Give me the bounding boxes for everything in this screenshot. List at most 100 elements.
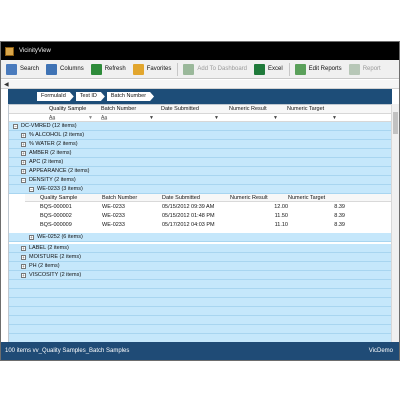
filter-batch-dropdown-icon[interactable]: ▼: [149, 115, 154, 121]
filter-target-dropdown-icon[interactable]: ▼: [332, 115, 337, 121]
table-row[interactable]: BQS-000009 WE-0233 05/17/2012 04:03 PM 11.1…: [25, 221, 391, 230]
filter-quality-sample-input[interactable]: A̲a̲: [49, 115, 55, 121]
filter-funnel-icon[interactable]: ▼: [88, 115, 93, 121]
group-row-label: APC (2 items): [29, 158, 64, 165]
empty-group-row: [9, 298, 391, 307]
table-cell-quality-sample: BQS-000001: [40, 204, 72, 210]
group-row-label: AMBER (2 items): [29, 149, 72, 156]
columns-icon: [46, 63, 58, 75]
group-row-label: WE-0233 (3 items): [37, 185, 83, 192]
group-row-label: % ALCOHOL (2 items): [29, 131, 85, 138]
toolbar-button-label: Columns: [60, 66, 84, 72]
group-row[interactable]: − WE-0233 (3 items): [9, 185, 391, 194]
excel-icon: [254, 63, 265, 75]
toolbar-button-label: Excel: [268, 66, 283, 72]
expand-icon[interactable]: +: [21, 245, 26, 251]
expand-icon[interactable]: +: [21, 132, 26, 138]
toolbar-button-label: Search: [20, 66, 40, 72]
filter-batch-number-input[interactable]: A̲a̲: [101, 115, 107, 121]
group-row[interactable]: + WE-0252 (6 items): [9, 233, 391, 242]
toolbar-button-label: Add To Dashboard: [197, 66, 247, 72]
detail-column-header[interactable]: Date Submitted: [162, 195, 200, 201]
expand-icon[interactable]: +: [21, 141, 26, 147]
columns-button[interactable]: Columns: [43, 61, 87, 78]
group-row-label: APPEARANCE (2 items): [29, 167, 90, 174]
expand-icon[interactable]: +: [21, 168, 26, 174]
detail-column-header[interactable]: Batch Number: [102, 195, 137, 201]
group-by-tag[interactable]: Test ID: [76, 92, 105, 101]
group-row-label: PH (2 items): [29, 262, 60, 269]
collapse-left-icon[interactable]: ◀: [4, 81, 9, 88]
column-header[interactable]: Batch Number: [101, 106, 136, 112]
group-row[interactable]: + MOISTURE (2 items): [9, 253, 391, 262]
group-row-label: DENSITY (2 items): [29, 176, 76, 183]
status-bar: 100 items vv_Quality Samples_Batch Sampl…: [1, 342, 399, 360]
column-header[interactable]: Numeric Result: [229, 106, 267, 112]
collapse-icon[interactable]: −: [21, 177, 26, 183]
column-header-row: Quality Sample Batch Number Date Submitted…: [9, 105, 391, 114]
excel-button[interactable]: Excel: [251, 61, 286, 78]
table-cell-batch-number: WE-0233: [102, 204, 125, 210]
edit-reports-button[interactable]: Edit Reports: [292, 61, 345, 78]
detail-column-header[interactable]: Quality Sample: [40, 195, 77, 201]
toolbar-separator: [288, 62, 290, 76]
expand-icon[interactable]: +: [21, 254, 26, 260]
detail-column-header[interactable]: Numeric Target: [288, 195, 325, 201]
table-row[interactable]: BQS-000001 WE-0233 05/15/2012 09:39 AM 12.0…: [25, 203, 391, 212]
expand-icon[interactable]: +: [29, 234, 34, 240]
table-cell-numeric-result: 12.00: [274, 204, 288, 210]
panel-collapse-strip: ◀: [1, 80, 399, 89]
table-cell-date-submitted: 05/15/2012 01:48 PM: [162, 213, 215, 219]
group-row[interactable]: + AMBER (2 items): [9, 149, 391, 158]
report-button[interactable]: Report: [346, 61, 384, 78]
column-header[interactable]: Quality Sample: [49, 106, 86, 112]
group-by-tag[interactable]: Batch Number: [107, 92, 154, 101]
dashboard-button[interactable]: Add To Dashboard: [180, 61, 250, 78]
window-title: VicinityView: [19, 48, 51, 54]
table-cell-quality-sample: BQS-000002: [40, 213, 72, 219]
expand-icon[interactable]: +: [21, 150, 26, 156]
refresh-button[interactable]: Refresh: [88, 61, 129, 78]
expand-icon[interactable]: +: [21, 263, 26, 269]
table-cell-numeric-result: 11.50: [274, 213, 288, 219]
group-row-label: DC-VMRED (12 items): [21, 122, 77, 129]
toolbar-button-label: Refresh: [104, 66, 126, 72]
table-cell-batch-number: WE-0233: [102, 222, 125, 228]
table-row[interactable]: BQS-000002 WE-0233 05/15/2012 01:48 PM 11.5…: [25, 212, 391, 221]
group-row[interactable]: + VISCOSITY (2 items): [9, 271, 391, 280]
group-row-label: WE-0252 (6 items): [37, 233, 83, 240]
data-grid: Quality Sample Batch Number Date Submitted…: [8, 104, 392, 351]
toolbar-button-label: Favorites: [146, 66, 172, 72]
filter-date-dropdown-icon[interactable]: ▼: [214, 115, 219, 121]
filter-result-dropdown-icon[interactable]: ▼: [273, 115, 278, 121]
vertical-scrollbar[interactable]: [391, 104, 399, 351]
app-window: VicinityView Search Columns Refresh Favorit…: [0, 41, 400, 361]
empty-group-row: [9, 289, 391, 298]
group-row-label: VISCOSITY (2 items): [29, 271, 82, 278]
expand-icon[interactable]: +: [21, 159, 26, 165]
table-cell-numeric-target: 8.39: [334, 204, 345, 210]
toolbar-button-label: Edit Reports: [308, 66, 342, 72]
group-row-label: LABEL (2 items): [29, 244, 69, 251]
table-cell-numeric-result: 11.10: [274, 222, 288, 228]
favorites-button[interactable]: Favorites: [130, 61, 175, 78]
detail-column-header[interactable]: Numeric Result: [230, 195, 268, 201]
refresh-icon: [90, 63, 102, 75]
table-cell-numeric-target: 8.39: [334, 222, 345, 228]
title-bar: VicinityView: [1, 42, 399, 60]
table-cell-batch-number: WE-0233: [102, 213, 125, 219]
status-item-count: 100 items vv_Quality Samples_Batch Sampl…: [5, 348, 130, 354]
column-header[interactable]: Date Submitted: [161, 106, 199, 112]
expand-icon[interactable]: +: [21, 272, 26, 278]
dashboard-icon: [183, 63, 195, 75]
scrollbar-thumb[interactable]: [393, 112, 398, 134]
group-by-tag[interactable]: FormulaId: [37, 92, 74, 101]
empty-group-row: [9, 316, 391, 325]
search-icon: [6, 63, 17, 75]
search-button[interactable]: Search: [3, 61, 42, 78]
collapse-icon[interactable]: −: [29, 186, 34, 192]
collapse-icon[interactable]: −: [13, 123, 18, 129]
table-cell-numeric-target: 8.39: [334, 213, 345, 219]
column-header[interactable]: Numeric Target: [287, 106, 324, 112]
table-cell-date-submitted: 05/17/2012 04:03 PM: [162, 222, 215, 228]
